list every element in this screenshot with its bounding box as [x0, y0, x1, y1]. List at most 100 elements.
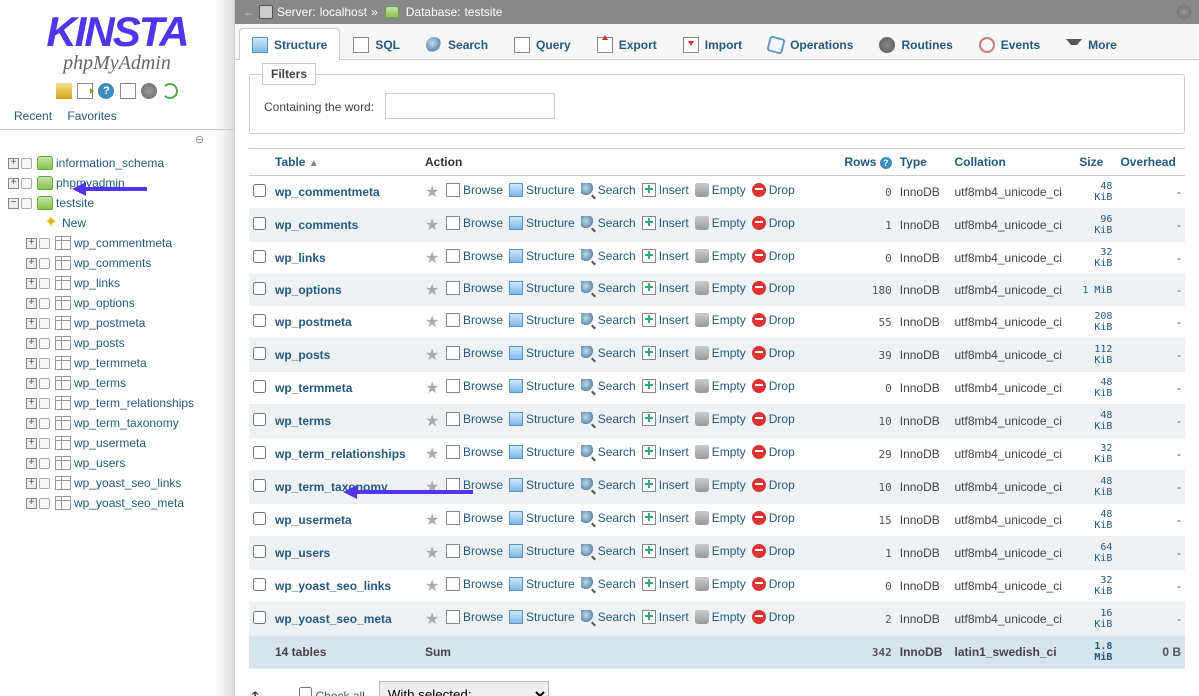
browse-action[interactable]: Browse [446, 313, 503, 327]
tree-table-node[interactable]: +wp_yoast_seo_links [6, 473, 234, 493]
drop-action[interactable]: Drop [752, 544, 795, 558]
drop-action[interactable]: Drop [752, 610, 795, 624]
tree-table-node[interactable]: +wp_users [6, 453, 234, 473]
table-name-link[interactable]: wp_commentmeta [275, 185, 380, 199]
empty-action[interactable]: Empty [695, 511, 746, 525]
structure-action[interactable]: Structure [509, 544, 575, 558]
expand-icon[interactable]: + [26, 278, 37, 289]
row-checkbox[interactable] [253, 545, 266, 558]
expand-icon[interactable]: + [26, 238, 37, 249]
empty-action[interactable]: Empty [695, 216, 746, 230]
search-action[interactable]: Search [581, 346, 636, 360]
empty-action[interactable]: Empty [695, 445, 746, 459]
col-table[interactable]: Table ▲ [271, 149, 421, 176]
search-action[interactable]: Search [581, 478, 636, 492]
browse-action[interactable]: Browse [446, 478, 503, 492]
empty-action[interactable]: Empty [695, 183, 746, 197]
tree-table-node[interactable]: +wp_yoast_seo_meta [6, 493, 234, 513]
structure-action[interactable]: Structure [509, 281, 575, 295]
empty-action[interactable]: Empty [695, 478, 746, 492]
tree-table-node[interactable]: +wp_termmeta [6, 353, 234, 373]
db-node-testsite[interactable]: − testsite [6, 193, 234, 213]
empty-action[interactable]: Empty [695, 577, 746, 591]
browse-action[interactable]: Browse [446, 379, 503, 393]
tree-table-node[interactable]: +wp_term_relationships [6, 393, 234, 413]
insert-action[interactable]: Insert [642, 511, 689, 525]
server-link[interactable]: localhost [320, 5, 367, 19]
search-action[interactable]: Search [581, 216, 636, 230]
favorites-tab[interactable]: Favorites [61, 105, 122, 127]
favorite-star[interactable]: ★ [425, 217, 439, 234]
favorite-star[interactable]: ★ [425, 578, 439, 595]
help-icon[interactable]: ? [880, 157, 892, 169]
structure-action[interactable]: Structure [509, 577, 575, 591]
tab-routines[interactable]: Routines [866, 28, 965, 60]
table-name-link[interactable]: wp_termmeta [275, 381, 352, 395]
filter-input[interactable] [385, 93, 555, 119]
favorite-star[interactable]: ★ [425, 184, 439, 201]
row-checkbox[interactable] [253, 184, 266, 197]
drop-action[interactable]: Drop [752, 183, 795, 197]
expand-icon[interactable]: + [26, 378, 37, 389]
row-checkbox[interactable] [253, 380, 266, 393]
browse-action[interactable]: Browse [446, 412, 503, 426]
drop-action[interactable]: Drop [752, 379, 795, 393]
search-action[interactable]: Search [581, 511, 636, 525]
tab-operations[interactable]: Operations [755, 28, 866, 60]
drop-action[interactable]: Drop [752, 412, 795, 426]
browse-action[interactable]: Browse [446, 281, 503, 295]
empty-action[interactable]: Empty [695, 281, 746, 295]
row-checkbox[interactable] [253, 314, 266, 327]
tab-search[interactable]: Search [413, 28, 501, 60]
search-action[interactable]: Search [581, 610, 636, 624]
tab-query[interactable]: Query [501, 28, 584, 60]
page-settings-icon[interactable] [1177, 5, 1191, 19]
browse-action[interactable]: Browse [446, 249, 503, 263]
new-table-link[interactable]: ✦ New [6, 213, 234, 233]
table-name-link[interactable]: wp_terms [275, 414, 331, 428]
recent-tab[interactable]: Recent [8, 105, 58, 127]
col-type[interactable]: Type [896, 149, 951, 176]
table-name-link[interactable]: wp_users [275, 546, 330, 560]
insert-action[interactable]: Insert [642, 379, 689, 393]
col-rows[interactable]: Rows ? [836, 149, 896, 176]
row-checkbox[interactable] [253, 250, 266, 263]
structure-action[interactable]: Structure [509, 183, 575, 197]
tree-table-node[interactable]: +wp_usermeta [6, 433, 234, 453]
search-action[interactable]: Search [581, 249, 636, 263]
insert-action[interactable]: Insert [642, 412, 689, 426]
insert-action[interactable]: Insert [642, 577, 689, 591]
browse-action[interactable]: Browse [446, 183, 503, 197]
structure-action[interactable]: Structure [509, 511, 575, 525]
row-checkbox[interactable] [253, 282, 266, 295]
search-action[interactable]: Search [581, 281, 636, 295]
table-name-link[interactable]: wp_yoast_seo_meta [275, 612, 392, 626]
expand-icon[interactable]: + [8, 178, 19, 189]
reload-icon[interactable] [162, 83, 178, 99]
table-name-link[interactable]: wp_options [275, 283, 342, 297]
browse-action[interactable]: Browse [446, 511, 503, 525]
row-checkbox[interactable] [253, 347, 266, 360]
row-checkbox[interactable] [253, 413, 266, 426]
table-name-link[interactable]: wp_comments [275, 218, 358, 232]
tree-table-node[interactable]: +wp_terms [6, 373, 234, 393]
col-overhead[interactable]: Overhead [1116, 149, 1185, 176]
favorite-star[interactable]: ★ [425, 250, 439, 267]
expand-icon[interactable]: + [26, 418, 37, 429]
drop-action[interactable]: Drop [752, 511, 795, 525]
browse-action[interactable]: Browse [446, 544, 503, 558]
favorite-star[interactable]: ★ [425, 314, 439, 331]
structure-action[interactable]: Structure [509, 249, 575, 263]
favorite-star[interactable]: ★ [425, 611, 439, 628]
table-name-link[interactable]: wp_yoast_seo_links [275, 579, 391, 593]
structure-action[interactable]: Structure [509, 216, 575, 230]
drop-action[interactable]: Drop [752, 346, 795, 360]
tab-export[interactable]: Export [584, 28, 670, 60]
favorite-star[interactable]: ★ [425, 413, 439, 430]
table-name-link[interactable]: wp_usermeta [275, 513, 352, 527]
nav-back-icon[interactable]: ← [243, 5, 255, 19]
table-name-link[interactable]: wp_postmeta [275, 315, 352, 329]
drop-action[interactable]: Drop [752, 577, 795, 591]
expand-icon[interactable]: + [26, 438, 37, 449]
table-name-link[interactable]: wp_term_taxonomy [275, 480, 388, 494]
